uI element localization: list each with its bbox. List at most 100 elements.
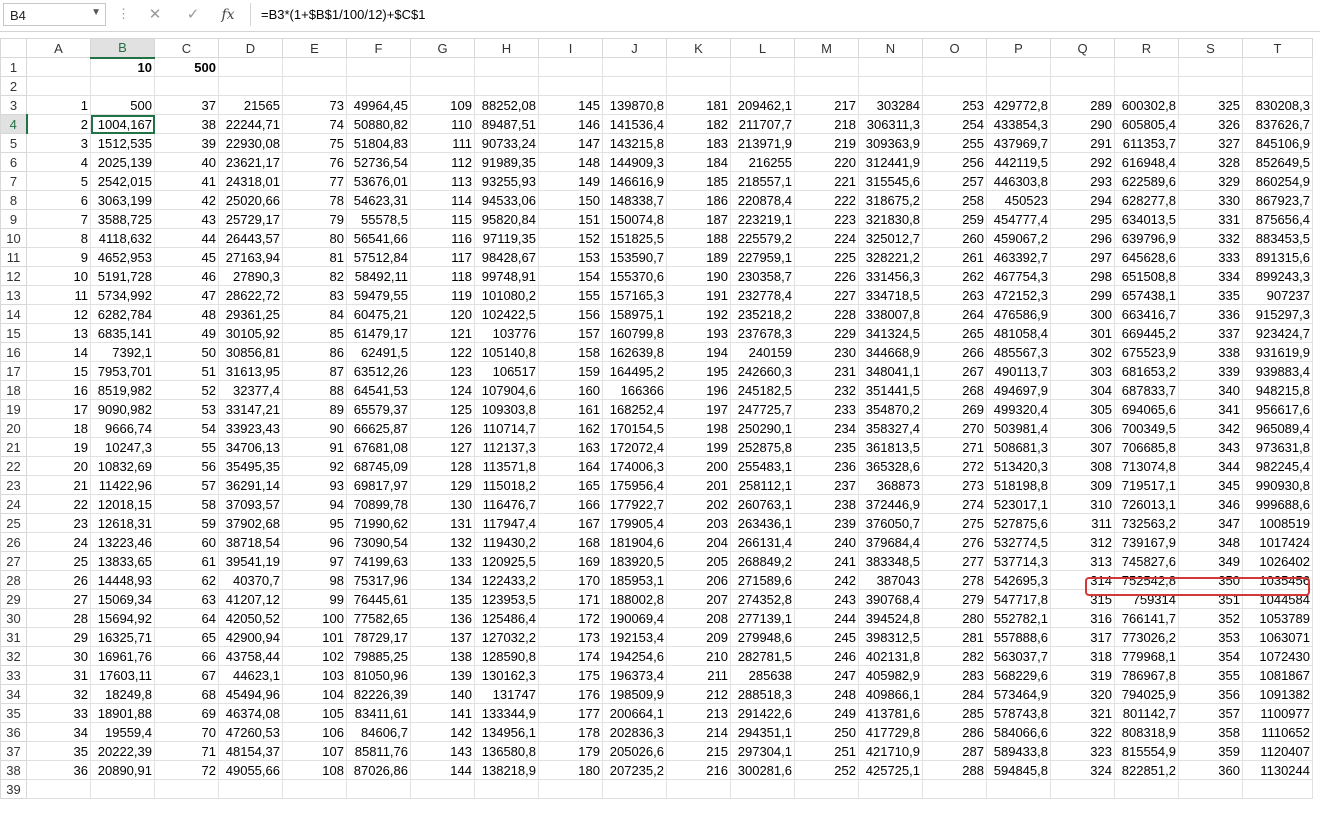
cell-t23[interactable]: 990930,8: [1242, 475, 1313, 495]
cell-f18[interactable]: 64541,53: [346, 380, 411, 400]
cell-r22[interactable]: 713074,8: [1114, 456, 1179, 476]
cell-h16[interactable]: 105140,8: [474, 342, 539, 362]
cell-g13[interactable]: 119: [410, 285, 475, 305]
cell-n17[interactable]: 348041,1: [858, 361, 923, 381]
cell-f31[interactable]: 78729,17: [346, 627, 411, 647]
cell-m32[interactable]: 246: [794, 646, 859, 666]
cell-n10[interactable]: 325012,7: [858, 228, 923, 248]
cell-b7[interactable]: 2542,015: [90, 171, 155, 191]
cell-b38[interactable]: 20890,91: [90, 760, 155, 780]
cell-f22[interactable]: 68745,09: [346, 456, 411, 476]
row-header[interactable]: 8: [0, 190, 27, 210]
cell-c25[interactable]: 59: [154, 513, 219, 533]
cell-q5[interactable]: 291: [1050, 133, 1115, 153]
cell-f25[interactable]: 71990,62: [346, 513, 411, 533]
name-box[interactable]: B4 ▼: [3, 3, 106, 26]
cell-e27[interactable]: 97: [282, 551, 347, 571]
cell-p13[interactable]: 472152,3: [986, 285, 1051, 305]
cell-p39[interactable]: [986, 779, 1051, 799]
cell-g27[interactable]: 133: [410, 551, 475, 571]
cell-d26[interactable]: 38718,54: [218, 532, 283, 552]
drag-handle-icon[interactable]: ⋮: [117, 6, 130, 22]
cell-a24[interactable]: 22: [26, 494, 91, 514]
cell-s37[interactable]: 359: [1178, 741, 1243, 761]
cell-l36[interactable]: 294351,1: [730, 722, 795, 742]
cell-a29[interactable]: 27: [26, 589, 91, 609]
cell-g3[interactable]: 109: [410, 95, 475, 115]
cell-k23[interactable]: 201: [666, 475, 731, 495]
cell-k20[interactable]: 198: [666, 418, 731, 438]
cell-k22[interactable]: 200: [666, 456, 731, 476]
cell-b2[interactable]: [90, 76, 155, 96]
cell-c39[interactable]: [154, 779, 219, 799]
cell-b26[interactable]: 13223,46: [90, 532, 155, 552]
row-header[interactable]: 5: [0, 133, 27, 153]
cell-f24[interactable]: 70899,78: [346, 494, 411, 514]
cell-d17[interactable]: 31613,95: [218, 361, 283, 381]
cell-s30[interactable]: 352: [1178, 608, 1243, 628]
cell-d30[interactable]: 42050,52: [218, 608, 283, 628]
cell-r32[interactable]: 779968,1: [1114, 646, 1179, 666]
cell-i27[interactable]: 169: [538, 551, 603, 571]
cell-h33[interactable]: 130162,3: [474, 665, 539, 685]
row-header[interactable]: 22: [0, 456, 27, 476]
cell-m36[interactable]: 250: [794, 722, 859, 742]
cell-p35[interactable]: 578743,8: [986, 703, 1051, 723]
cell-b28[interactable]: 14448,93: [90, 570, 155, 590]
row-header[interactable]: 15: [0, 323, 27, 343]
cell-e18[interactable]: 88: [282, 380, 347, 400]
cell-l6[interactable]: 216255: [730, 152, 795, 172]
cell-s17[interactable]: 339: [1178, 361, 1243, 381]
cell-q30[interactable]: 316: [1050, 608, 1115, 628]
cell-d29[interactable]: 41207,12: [218, 589, 283, 609]
cell-s32[interactable]: 354: [1178, 646, 1243, 666]
row-header[interactable]: 36: [0, 722, 27, 742]
cell-a11[interactable]: 9: [26, 247, 91, 267]
cell-e1[interactable]: [282, 57, 347, 77]
cell-p10[interactable]: 459067,2: [986, 228, 1051, 248]
cell-i28[interactable]: 170: [538, 570, 603, 590]
column-header-n[interactable]: N: [858, 38, 923, 58]
cell-o7[interactable]: 257: [922, 171, 987, 191]
cell-r27[interactable]: 745827,6: [1114, 551, 1179, 571]
cell-s2[interactable]: [1178, 76, 1243, 96]
cell-l11[interactable]: 227959,1: [730, 247, 795, 267]
cell-g15[interactable]: 121: [410, 323, 475, 343]
cell-h5[interactable]: 90733,24: [474, 133, 539, 153]
cell-n36[interactable]: 417729,8: [858, 722, 923, 742]
cell-p29[interactable]: 547717,8: [986, 589, 1051, 609]
cell-q12[interactable]: 298: [1050, 266, 1115, 286]
cell-c31[interactable]: 65: [154, 627, 219, 647]
cell-o15[interactable]: 265: [922, 323, 987, 343]
cell-m6[interactable]: 220: [794, 152, 859, 172]
cell-a13[interactable]: 11: [26, 285, 91, 305]
cell-l4[interactable]: 211707,7: [730, 114, 795, 134]
row-header[interactable]: 4: [0, 114, 28, 134]
cell-t8[interactable]: 867923,7: [1242, 190, 1313, 210]
cell-g8[interactable]: 114: [410, 190, 475, 210]
cell-a10[interactable]: 8: [26, 228, 91, 248]
column-header-i[interactable]: I: [538, 38, 603, 58]
cell-e23[interactable]: 93: [282, 475, 347, 495]
row-header[interactable]: 19: [0, 399, 27, 419]
cell-c11[interactable]: 45: [154, 247, 219, 267]
cell-k6[interactable]: 184: [666, 152, 731, 172]
cell-i2[interactable]: [538, 76, 603, 96]
cell-p9[interactable]: 454777,4: [986, 209, 1051, 229]
column-header-m[interactable]: M: [794, 38, 859, 58]
cell-j33[interactable]: 196373,4: [602, 665, 667, 685]
row-header[interactable]: 38: [0, 760, 27, 780]
cell-h15[interactable]: 103776: [474, 323, 539, 343]
cell-d11[interactable]: 27163,94: [218, 247, 283, 267]
cell-g14[interactable]: 120: [410, 304, 475, 324]
cell-c4[interactable]: 38: [154, 114, 219, 134]
cell-i1[interactable]: [538, 57, 603, 77]
cell-k2[interactable]: [666, 76, 731, 96]
cell-s31[interactable]: 353: [1178, 627, 1243, 647]
cell-i10[interactable]: 152: [538, 228, 603, 248]
cell-s23[interactable]: 345: [1178, 475, 1243, 495]
cell-o18[interactable]: 268: [922, 380, 987, 400]
cell-l8[interactable]: 220878,4: [730, 190, 795, 210]
cell-t4[interactable]: 837626,7: [1242, 114, 1313, 134]
cell-e28[interactable]: 98: [282, 570, 347, 590]
